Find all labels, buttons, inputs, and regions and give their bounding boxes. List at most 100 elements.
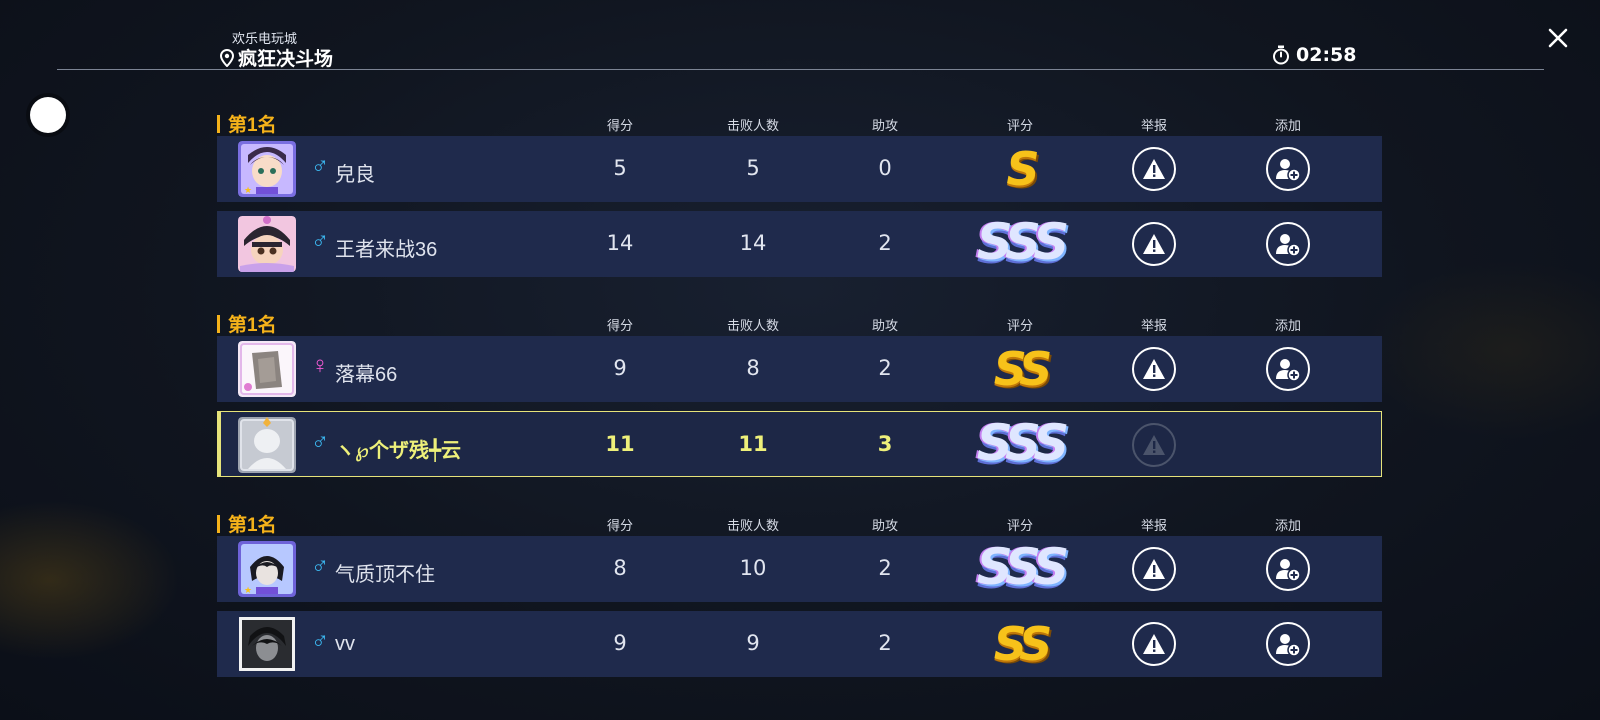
add-friend-icon	[1276, 559, 1301, 582]
defeats-value: 10	[739, 556, 767, 580]
add-friend-button[interactable]	[1266, 222, 1310, 266]
score-value: 11	[605, 432, 635, 456]
player-row: ★ ♂ 气质顶不住 8 10 2 SSS	[217, 536, 1382, 602]
add-friend-button[interactable]	[1266, 622, 1310, 666]
rating-badge: SSS	[976, 414, 1070, 472]
rank-marker	[217, 514, 220, 533]
rating-badge: SS	[993, 617, 1053, 671]
report-button[interactable]	[1132, 547, 1176, 591]
warning-icon	[1143, 159, 1165, 179]
report-button-disabled	[1132, 423, 1176, 467]
column-header-add: 添加	[1274, 118, 1302, 133]
rank-title: 第1名	[217, 510, 277, 537]
column-header-score: 得分	[606, 518, 634, 533]
rating-badge: SSS	[976, 213, 1070, 271]
column-header-add: 添加	[1274, 318, 1302, 333]
player-row: ♀ 落幕66 9 8 2 SS	[217, 336, 1382, 402]
warning-icon	[1143, 435, 1165, 455]
gender-female-icon: ♀	[311, 352, 329, 379]
column-header-rating: 评分	[1006, 518, 1034, 533]
background-glow	[1360, 260, 1600, 440]
column-header-defeats: 击败人数	[726, 518, 780, 533]
venue-title: 疯狂决斗场	[220, 44, 333, 71]
venue-name: 疯狂决斗场	[238, 49, 334, 70]
player-row: ♂ vv 9 9 2 SS	[217, 611, 1382, 677]
floating-assist-button[interactable]	[30, 97, 66, 133]
avatar[interactable]	[238, 216, 296, 272]
avatar[interactable]	[238, 341, 296, 397]
add-friend-button[interactable]	[1266, 347, 1310, 391]
warning-icon	[1143, 634, 1165, 654]
warning-icon	[1143, 559, 1165, 579]
column-header-assists: 助攻	[871, 518, 899, 533]
rank-group: 第1名 得分 击败人数 助攻 评分 举报 添加 ♀ 落幕66 9 8 2 SS	[217, 308, 1382, 477]
rank-label: 第1名	[228, 115, 277, 136]
score-value: 5	[613, 156, 627, 180]
player-name: 王者来战36	[335, 239, 438, 261]
defeats-value: 8	[746, 356, 760, 380]
close-button[interactable]	[1544, 24, 1572, 52]
report-button[interactable]	[1132, 222, 1176, 266]
player-name: 皃良	[335, 164, 375, 186]
player-row: ★ ♂ 皃良 5 5 0 S	[217, 136, 1382, 202]
assists-value: 3	[877, 432, 893, 456]
add-friend-icon	[1276, 234, 1301, 257]
column-header-rating: 评分	[1006, 118, 1034, 133]
svg-text:★: ★	[244, 585, 252, 595]
player-name: 气质顶不住	[335, 564, 435, 586]
gender-male-icon: ♂	[311, 627, 329, 654]
column-header-score: 得分	[606, 118, 634, 133]
rank-label: 第1名	[228, 315, 277, 336]
warning-icon	[1143, 234, 1165, 254]
rank-title: 第1名	[217, 310, 277, 337]
add-friend-icon	[1276, 359, 1301, 382]
gender-male-icon: ♂	[311, 552, 329, 579]
column-header-assists: 助攻	[871, 118, 899, 133]
stopwatch-icon	[1273, 45, 1289, 65]
rank-label: 第1名	[228, 515, 277, 536]
add-friend-button[interactable]	[1266, 147, 1310, 191]
player-name: ヽ℘个ザ残╇云	[335, 440, 461, 462]
background-glow	[0, 500, 180, 660]
report-button[interactable]	[1132, 347, 1176, 391]
avatar[interactable]: ★	[238, 541, 296, 597]
group-header: 第1名 得分 击败人数 助攻 评分 举报 添加	[217, 308, 1382, 336]
assists-value: 2	[878, 631, 892, 655]
player-row-self: ♂ ヽ℘个ザ残╇云 11 11 3 SSS	[217, 411, 1382, 477]
assists-value: 2	[878, 556, 892, 580]
column-header-add: 添加	[1274, 518, 1302, 533]
column-header-defeats: 击败人数	[726, 118, 780, 133]
column-header-rating: 评分	[1006, 318, 1034, 333]
rank-group: 第1名 得分 击败人数 助攻 评分 举报 添加 ★ ♂ 皃良 5 5 0 S ♂…	[217, 108, 1382, 277]
avatar[interactable]: ★	[238, 141, 296, 197]
column-header-defeats: 击败人数	[726, 318, 780, 333]
svg-text:★: ★	[244, 185, 252, 195]
gender-male-icon: ♂	[311, 428, 329, 455]
location-pin-icon	[220, 48, 234, 67]
defeats-value: 14	[739, 231, 767, 255]
score-value: 14	[606, 231, 634, 255]
add-friend-icon	[1276, 159, 1301, 182]
add-friend-button[interactable]	[1266, 547, 1310, 591]
header-divider	[57, 69, 1544, 70]
player-row: ♂ 王者来战36 14 14 2 SSS	[217, 211, 1382, 277]
gender-male-icon: ♂	[311, 227, 329, 254]
defeats-value: 5	[746, 156, 760, 180]
avatar[interactable]	[238, 417, 296, 473]
add-friend-icon	[1276, 634, 1301, 657]
rank-title: 第1名	[217, 110, 277, 137]
assists-value: 0	[878, 156, 892, 180]
column-header-assists: 助攻	[871, 318, 899, 333]
group-header: 第1名 得分 击败人数 助攻 评分 举报 添加	[217, 108, 1382, 136]
column-header-score: 得分	[606, 318, 634, 333]
rating-badge: SSS	[976, 538, 1070, 596]
rank-group: 第1名 得分 击败人数 助攻 评分 举报 添加 ★ ♂ 气质顶不住 8 10 2…	[217, 508, 1382, 677]
report-button[interactable]	[1132, 147, 1176, 191]
column-header-report: 举报	[1140, 518, 1168, 533]
report-button[interactable]	[1132, 622, 1176, 666]
gender-male-icon: ♂	[311, 152, 329, 179]
rating-badge: SS	[993, 342, 1053, 396]
column-header-report: 举报	[1140, 118, 1168, 133]
avatar[interactable]	[238, 616, 296, 672]
column-header-report: 举报	[1140, 318, 1168, 333]
